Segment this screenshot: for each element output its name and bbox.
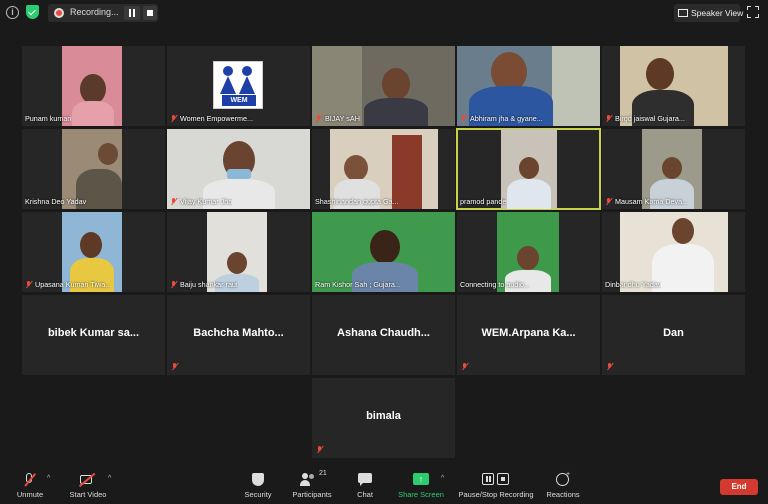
wem-logo: WEM — [213, 61, 263, 109]
participant-name: Bachcha Mahto... — [193, 327, 284, 339]
muted-mic-icon — [461, 363, 468, 371]
participant-name: bimala — [366, 410, 401, 422]
encryption-shield-icon[interactable] — [26, 5, 39, 19]
pause-stop-recording-label: Pause/Stop Recording — [458, 490, 534, 499]
participant-tile[interactable]: Dan — [602, 295, 745, 375]
participant-name: Baiju shankar raut — [170, 280, 238, 289]
participant-tile[interactable]: Punam kumari — [22, 46, 165, 126]
muted-mic-icon — [171, 363, 178, 371]
participant-name: Dan — [663, 327, 684, 339]
muted-mic-icon — [605, 197, 612, 206]
audio-options-chevron-icon[interactable]: ^ — [47, 475, 50, 482]
participant-tile[interactable]: Dinbandhu Yadav — [602, 212, 745, 292]
chat-button[interactable]: Chat — [350, 472, 380, 499]
video-options-chevron-icon[interactable]: ^ — [108, 475, 111, 482]
start-video-button[interactable]: Start Video — [64, 472, 112, 499]
participant-name: pramod pande — [460, 197, 507, 206]
share-screen-arrow-icon: ↑ — [396, 472, 446, 487]
participants-button[interactable]: 21 Participants — [288, 470, 336, 499]
participant-tile[interactable]: Connecting to audio... — [457, 212, 600, 292]
participant-name: bibek Kumar sa... — [47, 327, 140, 339]
muted-mic-icon — [170, 197, 177, 206]
video-off-icon — [64, 472, 112, 487]
security-shield-icon — [240, 472, 276, 487]
share-screen-button[interactable]: ↑ Share Screen — [396, 472, 446, 499]
meeting-info-icon[interactable]: i — [6, 6, 19, 19]
share-options-chevron-icon[interactable]: ^ — [441, 475, 444, 482]
muted-mic-icon — [605, 114, 612, 123]
muted-mic-icon — [316, 446, 323, 454]
reactions-button[interactable]: + Reactions — [544, 471, 582, 499]
unmute-button[interactable]: Unmute — [12, 472, 48, 499]
muted-mic-icon — [460, 114, 467, 123]
participant-name: Birgd jaiswal Gujara... — [605, 114, 685, 123]
participant-tile[interactable]: Birgd jaiswal Gujara... — [602, 46, 745, 126]
security-button[interactable]: Security — [240, 472, 276, 499]
participant-tile[interactable]: Baiju shankar raut — [167, 212, 310, 292]
share-screen-label: Share Screen — [398, 490, 444, 499]
fullscreen-icon[interactable] — [747, 6, 759, 18]
participant-tile[interactable]: WEM Women Empowerme... — [167, 46, 310, 126]
reactions-smiley-icon: + — [544, 471, 582, 487]
participant-tile[interactable]: Upasana Kumari Tiwa... — [22, 212, 165, 292]
participant-tile[interactable]: Krishna Deo Yadav — [22, 129, 165, 209]
participant-name: Krishna Deo Yadav — [25, 197, 87, 206]
participant-name: Shashinandan gupta Ga... — [315, 197, 399, 206]
chat-bubble-icon — [350, 472, 380, 487]
participant-tile[interactable]: Abhiram jha & gyane... — [457, 46, 600, 126]
muted-mic-icon — [170, 280, 177, 289]
participant-name: Vijay Kumar Jha — [170, 197, 232, 206]
participant-name: Mausam Kama Deva... — [605, 197, 688, 206]
participant-tile[interactable]: Shashinandan gupta Ga... — [312, 129, 455, 209]
participant-tile[interactable]: bibek Kumar sa... — [22, 295, 165, 375]
participant-tile[interactable]: Vijay Kumar Jha — [167, 129, 310, 209]
participant-name: BIJAY sAH — [315, 114, 360, 123]
reactions-label: Reactions — [546, 490, 580, 499]
speaker-view-label: Speaker View — [691, 8, 744, 18]
participant-name: Punam kumari — [25, 114, 72, 123]
participant-tile[interactable]: BIJAY sAH — [312, 46, 455, 126]
participant-name: Ashana Chaudh... — [337, 327, 430, 339]
participant-tile[interactable]: bimala — [312, 378, 455, 458]
participant-name: Ram Kishor Sah ; Gujara... — [315, 280, 401, 289]
top-bar: i Recording... Speaker View — [0, 0, 768, 26]
muted-mic-icon — [606, 363, 613, 371]
stop-recording-button[interactable] — [143, 6, 157, 20]
end-meeting-button[interactable]: End — [720, 479, 758, 495]
participant-name: WEM.Arpana Ka... — [481, 327, 576, 339]
chat-label: Chat — [357, 490, 373, 499]
participants-icon: 21 — [288, 470, 336, 487]
recording-label: Recording... — [70, 7, 119, 17]
participant-name: Abhiram jha & gyane... — [460, 114, 543, 123]
participant-name: Women Empowerme... — [170, 114, 253, 123]
meeting-toolbar: Unmute ^ Start Video ^ Security 21 Parti… — [0, 468, 768, 504]
speaker-view-button[interactable]: Speaker View — [674, 4, 744, 22]
participant-tile[interactable]: Ashana Chaudh... — [312, 295, 455, 375]
unmute-label: Unmute — [16, 490, 44, 499]
security-label: Security — [244, 490, 272, 499]
participant-tile[interactable]: WEM.Arpana Ka... — [457, 295, 600, 375]
participant-tile[interactable]: Bachcha Mahto... — [167, 295, 310, 375]
participant-tile[interactable]: Mausam Kama Deva... — [602, 129, 745, 209]
speaker-view-icon — [678, 9, 688, 17]
recording-dot-icon — [54, 8, 64, 18]
pause-stop-recording-button[interactable]: Pause/Stop Recording — [455, 472, 537, 499]
pause-stop-icon — [455, 472, 537, 487]
muted-microphone-icon — [12, 472, 48, 487]
participant-video — [501, 129, 557, 209]
muted-mic-icon — [25, 280, 32, 289]
participant-name: Upasana Kumari Tiwa... — [25, 280, 111, 289]
pause-recording-button[interactable] — [124, 6, 140, 20]
start-video-label: Start Video — [69, 490, 107, 499]
participant-tile-active-speaker[interactable]: pramod pande — [456, 128, 601, 210]
participant-tile[interactable]: Ram Kishor Sah ; Gujara... — [312, 212, 455, 292]
participant-name: Connecting to audio... — [460, 280, 530, 289]
muted-mic-icon — [315, 114, 322, 123]
participants-label: Participants — [292, 490, 332, 499]
muted-mic-icon — [170, 114, 177, 123]
recording-indicator: Recording... — [48, 4, 158, 22]
participant-name: Dinbandhu Yadav — [605, 280, 662, 289]
participants-count: 21 — [319, 470, 327, 477]
